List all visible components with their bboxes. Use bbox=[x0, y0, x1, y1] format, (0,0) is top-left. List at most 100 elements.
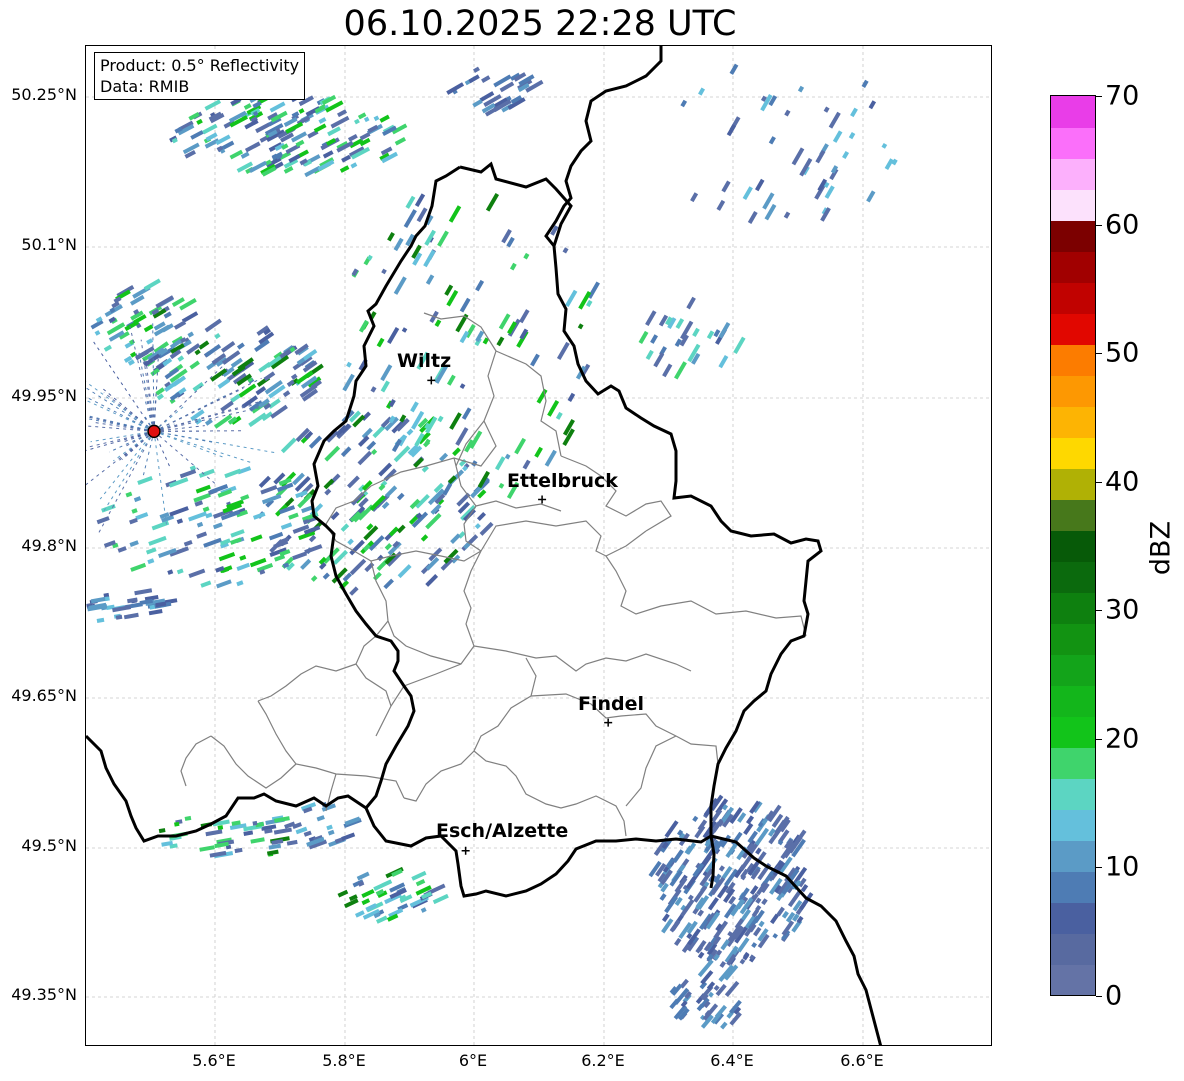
echo-cell bbox=[475, 279, 485, 292]
echo-cell bbox=[690, 192, 699, 203]
echo-cell bbox=[721, 180, 731, 193]
echo-cell bbox=[243, 103, 252, 110]
echo-cell bbox=[131, 508, 138, 514]
echo-cell bbox=[718, 865, 725, 872]
canton-line bbox=[625, 735, 677, 807]
echo-cell bbox=[692, 327, 700, 338]
echo-cell bbox=[188, 568, 206, 578]
echo-cell bbox=[397, 564, 412, 579]
colorbar-tick-label: 60 bbox=[1105, 209, 1140, 241]
clutter-spoke bbox=[154, 430, 243, 432]
colorbar-segment bbox=[1051, 654, 1095, 686]
echo-cell bbox=[250, 534, 263, 543]
city-label-esch-alzette: Esch/Alzette bbox=[436, 820, 569, 842]
echo-cell bbox=[358, 319, 369, 333]
echo-cell bbox=[783, 211, 791, 219]
colorbar-segment bbox=[1051, 778, 1095, 810]
border-be-de bbox=[544, 46, 663, 247]
radar-map[interactable] bbox=[85, 45, 992, 1046]
echo-cell bbox=[674, 361, 687, 380]
echo-cell bbox=[349, 586, 359, 596]
echo-cell bbox=[238, 383, 257, 398]
lon-tick-label: 6°E bbox=[458, 1051, 488, 1070]
echo-cell bbox=[214, 333, 221, 340]
echo-cell bbox=[244, 141, 261, 153]
echo-cell bbox=[638, 330, 649, 344]
border-be-fr bbox=[86, 734, 367, 843]
echo-cell bbox=[350, 162, 358, 169]
echo-cell bbox=[659, 893, 667, 901]
echo-cell bbox=[198, 468, 215, 478]
colorbar-tick bbox=[1096, 353, 1102, 354]
clutter-spoke bbox=[86, 387, 155, 432]
echo-cell bbox=[196, 118, 203, 125]
echo-cell bbox=[446, 374, 456, 386]
colorbar-segment bbox=[1051, 96, 1095, 128]
colorbar-tick-label: 10 bbox=[1105, 851, 1140, 883]
colorbar-segment bbox=[1051, 499, 1095, 531]
lon-tick-label: 6.2°E bbox=[581, 1051, 625, 1070]
echo-cell bbox=[784, 109, 791, 117]
lat-tick-label: 49.35°N bbox=[11, 985, 77, 1004]
echo-cell bbox=[720, 1021, 728, 1030]
city-marker bbox=[427, 376, 436, 385]
echo-cell bbox=[494, 456, 506, 471]
echo-cell bbox=[772, 933, 778, 939]
echo-cell bbox=[394, 136, 407, 146]
echo-cell bbox=[236, 580, 244, 587]
echo-cell bbox=[411, 870, 427, 881]
echo-cell bbox=[340, 446, 352, 457]
echo-cell bbox=[556, 341, 570, 361]
lat-tick-label: 49.95°N bbox=[11, 386, 77, 405]
echo-cell bbox=[239, 554, 247, 561]
echo-cell bbox=[96, 617, 105, 623]
canton-line bbox=[480, 520, 647, 557]
echo-cell bbox=[411, 410, 425, 430]
echo-cell bbox=[280, 437, 297, 454]
echo-cell bbox=[461, 534, 479, 552]
echo-cell bbox=[509, 262, 517, 271]
lat-tick-label: 50.1°N bbox=[21, 235, 77, 254]
city-label-wiltz: Wiltz bbox=[397, 350, 452, 372]
echo-cell bbox=[832, 130, 843, 143]
lon-tick-label: 5.6°E bbox=[192, 1051, 236, 1070]
colorbar-segment bbox=[1051, 375, 1095, 407]
echo-cell bbox=[258, 475, 271, 488]
echo-cell bbox=[324, 488, 332, 496]
echo-cell bbox=[442, 482, 453, 496]
echo-cell bbox=[104, 596, 110, 602]
echo-cell bbox=[425, 513, 442, 530]
echo-cell bbox=[680, 99, 688, 108]
echo-cell bbox=[196, 521, 204, 528]
echo-cell bbox=[252, 511, 266, 520]
echo-cell bbox=[202, 506, 210, 513]
echo-cell bbox=[203, 537, 222, 548]
colorbar-segment bbox=[1051, 313, 1095, 345]
echo-cell bbox=[504, 453, 511, 460]
echo-cell bbox=[341, 154, 351, 163]
echo-cell bbox=[145, 547, 157, 555]
echo-cell bbox=[406, 428, 414, 436]
echo-cell bbox=[565, 289, 578, 307]
echo-cell bbox=[742, 186, 753, 201]
colorbar-tick bbox=[1096, 996, 1102, 997]
echo-cell bbox=[354, 118, 360, 125]
echo-cell bbox=[370, 386, 377, 393]
echo-cell bbox=[337, 109, 348, 118]
echo-cell bbox=[268, 843, 282, 850]
canton-line bbox=[473, 645, 692, 672]
colorbar-segment bbox=[1051, 840, 1095, 872]
echo-cell bbox=[286, 839, 298, 846]
echo-cell bbox=[196, 531, 208, 539]
echo-cell bbox=[169, 506, 189, 517]
echo-cell bbox=[236, 342, 245, 350]
echo-cell bbox=[327, 126, 341, 137]
echo-cell bbox=[706, 330, 715, 340]
colorbar-segment bbox=[1051, 809, 1095, 841]
echo-cell bbox=[755, 847, 762, 855]
echo-cell bbox=[179, 469, 197, 479]
echo-cell bbox=[342, 373, 355, 392]
echo-cell bbox=[461, 407, 472, 420]
echo-cell bbox=[718, 355, 729, 369]
colorbar-segment bbox=[1051, 220, 1095, 252]
